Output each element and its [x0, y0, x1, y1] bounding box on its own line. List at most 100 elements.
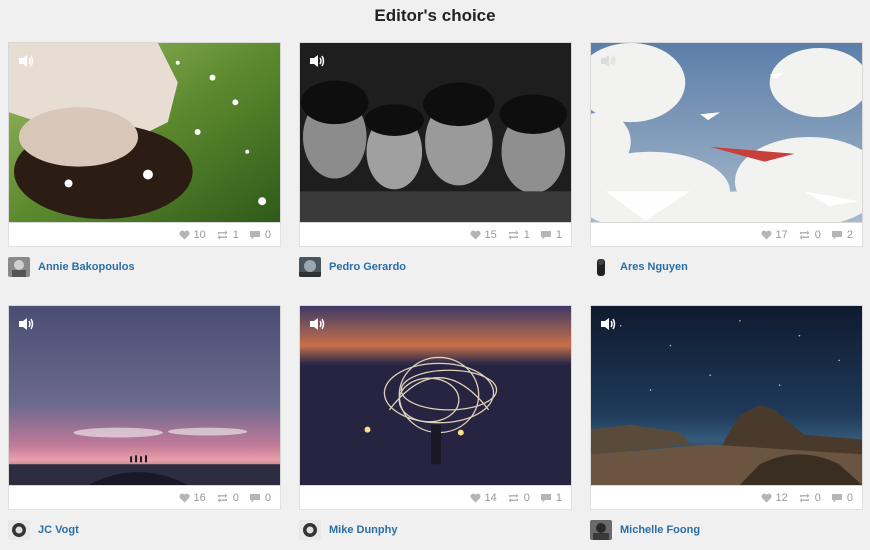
photo-purple-sunset — [9, 306, 280, 485]
speaker-icon[interactable] — [599, 53, 617, 69]
photo-stats: 16 0 0 — [8, 486, 281, 510]
author-link[interactable]: Mike Dunphy — [329, 524, 397, 536]
speaker-icon[interactable] — [17, 53, 35, 69]
reposts-count: 0 — [814, 228, 821, 241]
reposts-stat[interactable]: 0 — [798, 229, 821, 241]
heart-icon — [178, 230, 190, 240]
photo-card: 14 0 1 Mike Dunphy — [299, 305, 572, 540]
author-row: Michelle Foong — [590, 520, 863, 540]
heart-icon — [469, 493, 481, 503]
photo-thumbnail[interactable] — [8, 42, 281, 223]
author-row: Annie Bakopoulos — [8, 257, 281, 277]
comments-count: 0 — [264, 491, 271, 504]
heart-icon — [760, 493, 772, 503]
author-link[interactable]: Ares Nguyen — [620, 261, 688, 273]
comments-stat[interactable]: 0 — [249, 229, 271, 241]
avatar[interactable] — [299, 257, 321, 277]
photo-clouds-planes — [591, 43, 862, 222]
speaker-icon[interactable] — [599, 316, 617, 332]
author-row: Pedro Gerardo — [299, 257, 572, 277]
photo-card: 10 1 0 Annie Bakopoulos — [8, 42, 281, 277]
photo-grass-portrait — [9, 43, 280, 222]
likes-stat[interactable]: 15 — [469, 228, 497, 241]
likes-count: 17 — [775, 228, 788, 241]
photo-night-rocks — [591, 306, 862, 485]
repost-icon — [799, 230, 810, 239]
likes-stat[interactable]: 14 — [469, 491, 497, 504]
author-link[interactable]: Pedro Gerardo — [329, 261, 406, 273]
repost-icon — [508, 493, 519, 502]
avatar[interactable] — [299, 520, 321, 540]
avatar[interactable] — [8, 520, 30, 540]
reposts-stat[interactable]: 1 — [216, 229, 239, 241]
comments-stat[interactable]: 2 — [831, 229, 853, 241]
photo-stats: 15 1 1 — [299, 223, 572, 247]
likes-stat[interactable]: 16 — [178, 491, 206, 504]
likes-count: 15 — [484, 228, 497, 241]
reposts-count: 0 — [523, 491, 530, 504]
repost-icon — [799, 493, 810, 502]
comment-icon — [249, 493, 260, 502]
author-row: JC Vogt — [8, 520, 281, 540]
likes-stat[interactable]: 10 — [178, 229, 206, 241]
photo-thumbnail[interactable] — [590, 42, 863, 223]
comment-icon — [540, 493, 551, 502]
author-row: Mike Dunphy — [299, 520, 572, 540]
avatar[interactable] — [8, 257, 30, 277]
photo-bw-kids — [300, 43, 571, 222]
author-row: Ares Nguyen — [590, 257, 863, 277]
heart-icon — [760, 230, 772, 240]
comments-count: 0 — [264, 228, 271, 241]
comment-icon — [249, 230, 260, 239]
speaker-icon[interactable] — [308, 53, 326, 69]
likes-count: 16 — [193, 491, 206, 504]
likes-stat[interactable]: 17 — [760, 228, 788, 241]
reposts-stat[interactable]: 0 — [216, 492, 239, 504]
comment-icon — [831, 493, 842, 502]
photo-stats: 12 0 0 — [590, 486, 863, 510]
photo-thumbnail[interactable] — [299, 305, 572, 486]
likes-stat[interactable]: 12 — [760, 491, 788, 504]
comment-icon — [831, 230, 842, 239]
likes-count: 14 — [484, 491, 497, 504]
heart-icon — [469, 230, 481, 240]
photo-card: 16 0 0 JC Vogt — [8, 305, 281, 540]
photo-stats: 10 1 0 — [8, 223, 281, 247]
comments-stat[interactable]: 1 — [540, 229, 562, 241]
reposts-count: 1 — [523, 228, 530, 241]
reposts-count: 0 — [232, 491, 239, 504]
reposts-stat[interactable]: 0 — [798, 492, 821, 504]
reposts-stat[interactable]: 0 — [507, 492, 530, 504]
heart-icon — [178, 493, 190, 503]
photo-stats: 17 0 2 — [590, 223, 863, 247]
avatar[interactable] — [590, 257, 612, 277]
comments-stat[interactable]: 0 — [249, 492, 271, 504]
reposts-count: 1 — [232, 228, 239, 241]
author-link[interactable]: Annie Bakopoulos — [38, 261, 135, 273]
photo-thumbnail[interactable] — [299, 42, 572, 223]
speaker-icon[interactable] — [308, 316, 326, 332]
photo-card: 15 1 1 Pedro Gerardo — [299, 42, 572, 277]
author-link[interactable]: JC Vogt — [38, 524, 79, 536]
likes-count: 12 — [775, 491, 788, 504]
comments-stat[interactable]: 1 — [540, 492, 562, 504]
comment-icon — [540, 230, 551, 239]
comments-count: 0 — [846, 491, 853, 504]
photo-thumbnail[interactable] — [8, 305, 281, 486]
page-title: Editor's choice — [374, 6, 496, 25]
comments-count: 1 — [555, 491, 562, 504]
speaker-icon[interactable] — [17, 316, 35, 332]
comments-count: 1 — [555, 228, 562, 241]
reposts-stat[interactable]: 1 — [507, 229, 530, 241]
repost-icon — [217, 493, 228, 502]
comments-count: 2 — [846, 228, 853, 241]
photo-thumbnail[interactable] — [590, 305, 863, 486]
avatar[interactable] — [590, 520, 612, 540]
repost-icon — [508, 230, 519, 239]
photo-card: 12 0 0 Michelle Foong — [590, 305, 863, 540]
photo-card: 17 0 2 Ares Nguyen — [590, 42, 863, 277]
photo-light-painting — [300, 306, 571, 485]
comments-stat[interactable]: 0 — [831, 492, 853, 504]
reposts-count: 0 — [814, 491, 821, 504]
author-link[interactable]: Michelle Foong — [620, 524, 700, 536]
